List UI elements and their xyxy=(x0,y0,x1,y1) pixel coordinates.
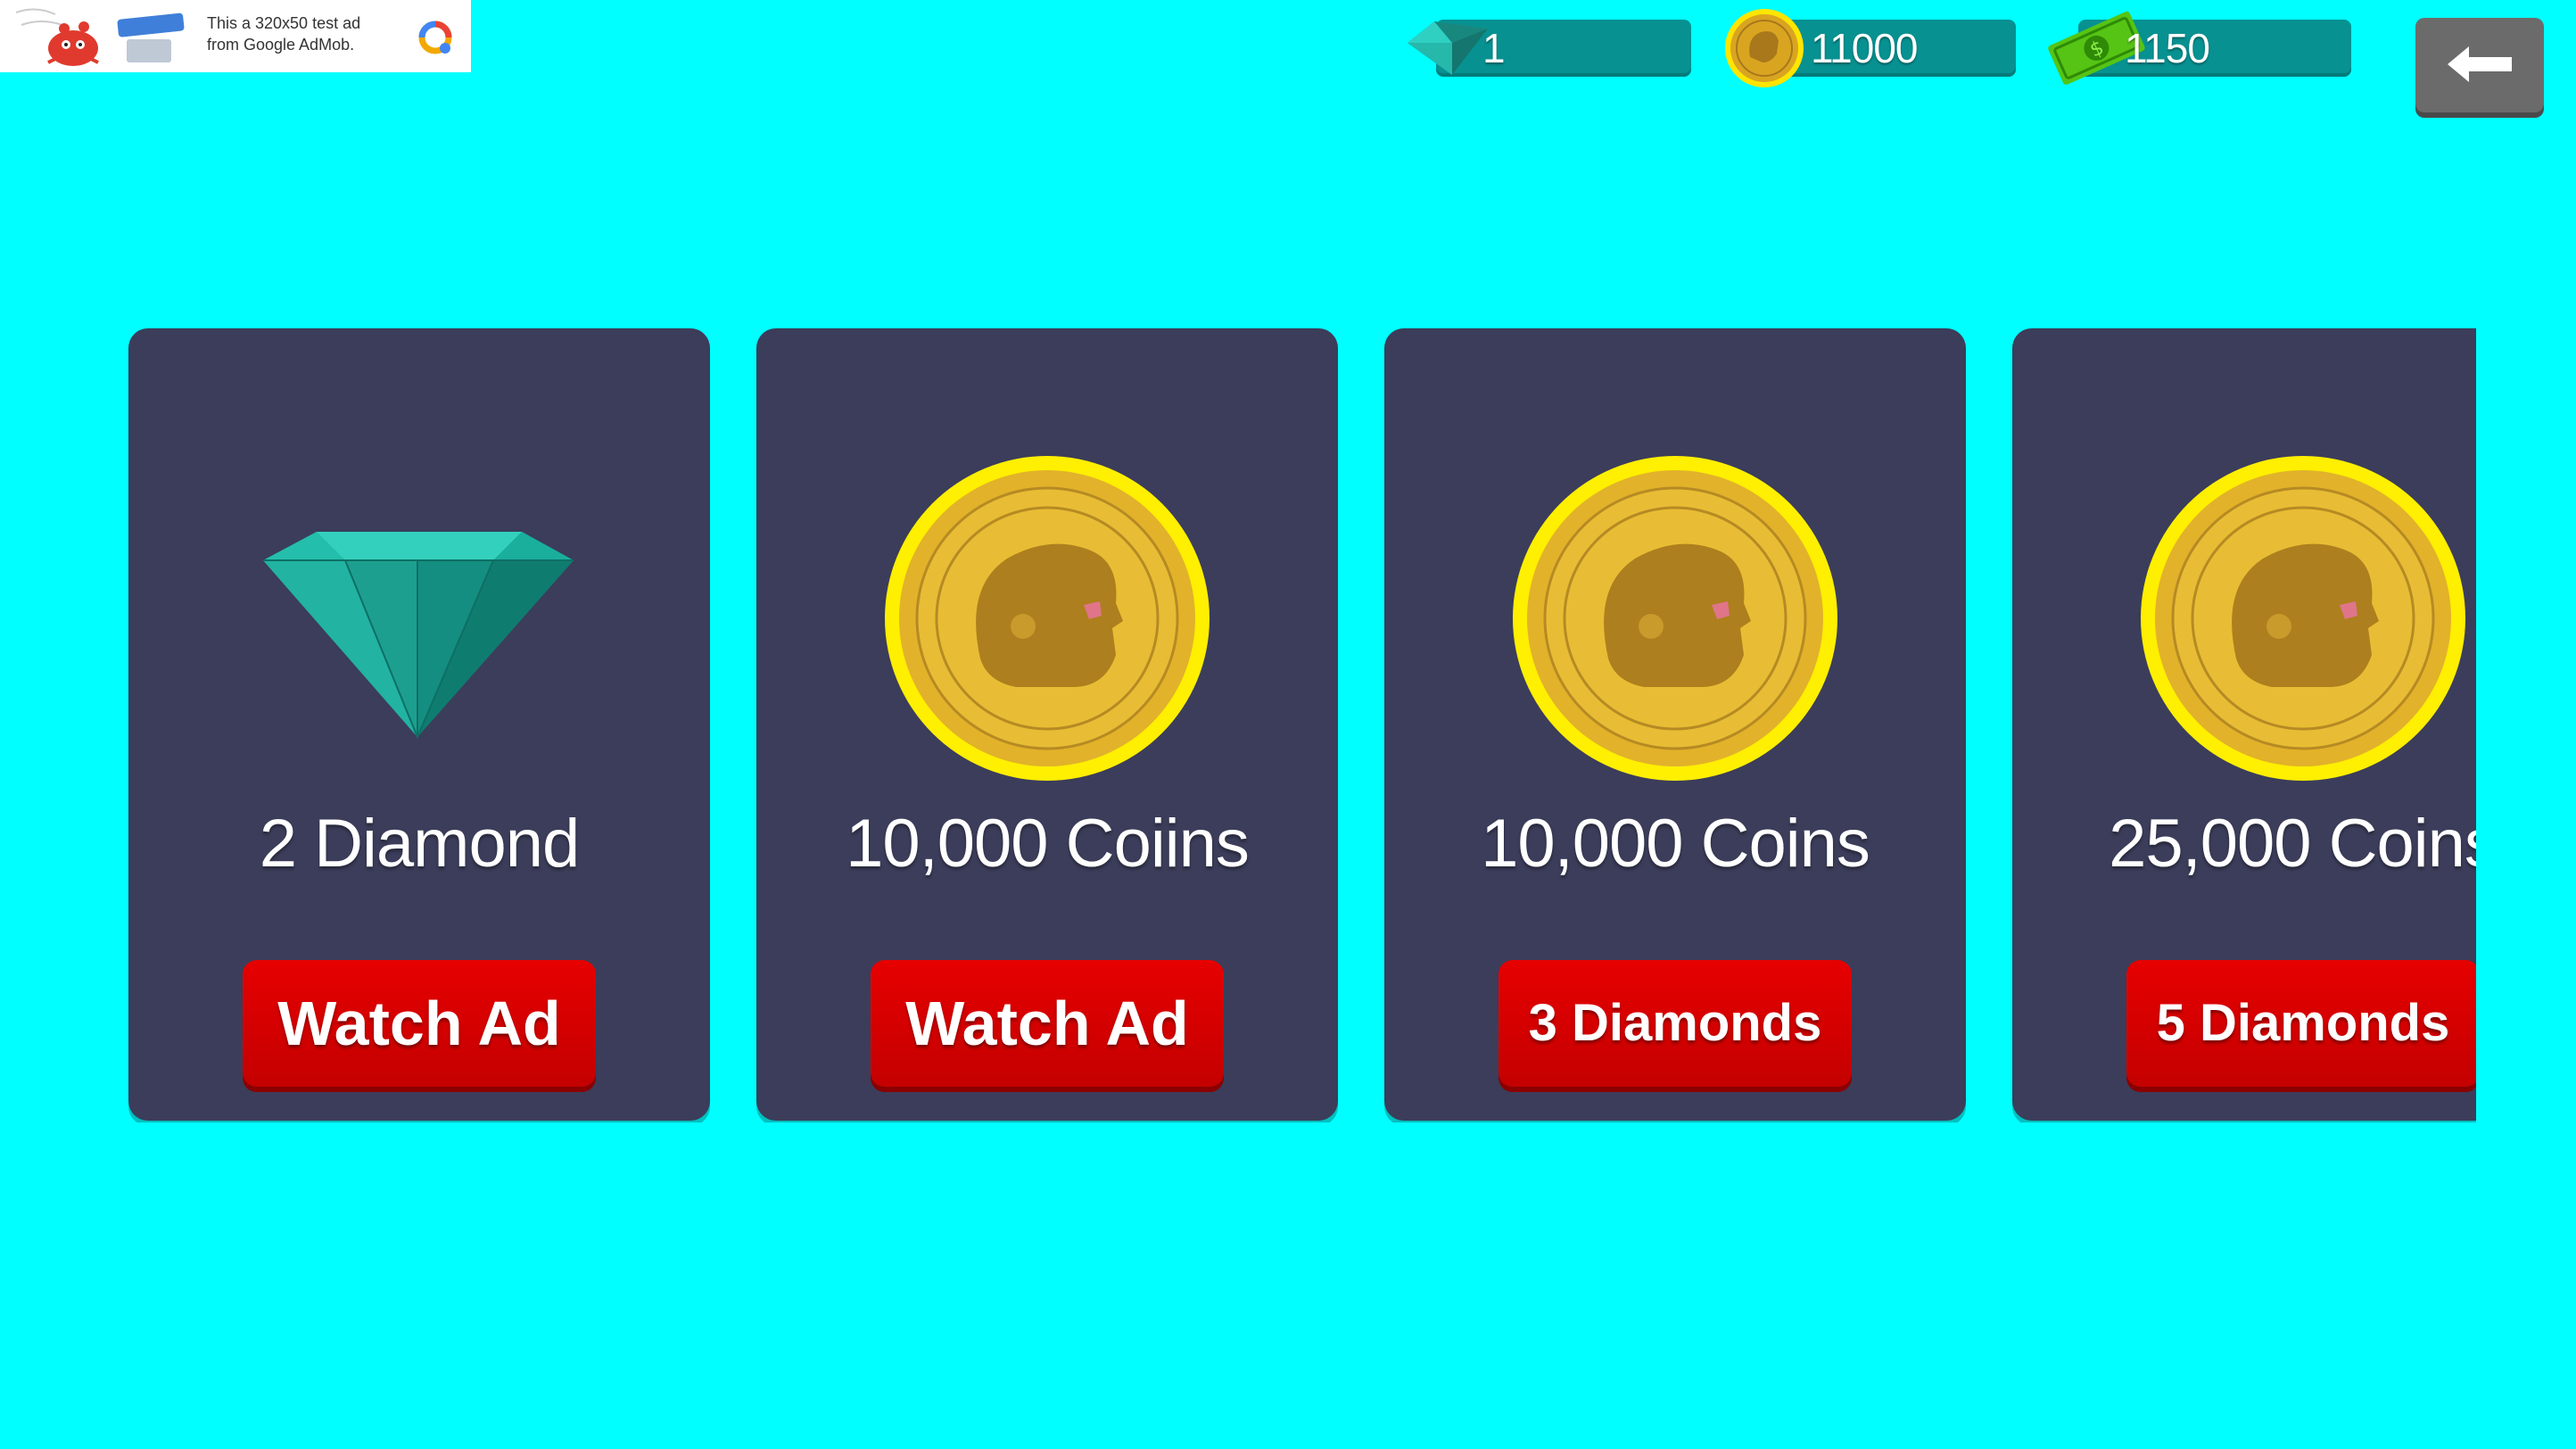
buy-with-diamonds-button[interactable]: 5 Diamonds xyxy=(2126,960,2476,1087)
back-arrow-icon xyxy=(2448,46,2512,82)
shop-card-coins-2: 10,000 Coins 3 Diamonds xyxy=(1384,328,1966,1121)
watch-ad-button[interactable]: Watch Ad xyxy=(243,960,596,1087)
coin-small-icon xyxy=(1725,9,1804,87)
card-label: 25,000 Coins xyxy=(2109,806,2476,882)
buy-with-diamonds-button[interactable]: 3 Diamonds xyxy=(1499,960,1852,1087)
card-label: 10,000 Coins xyxy=(1481,806,1870,882)
shop-card-list: 2 Diamond Watch Ad 10,000 Coiins Watch A… xyxy=(0,328,2476,1122)
ad-text-line2: from Google AdMob. xyxy=(207,36,355,54)
coin-counter: 11000 xyxy=(1725,9,2016,87)
ad-text: This a 320x50 test ad from Google AdMob. xyxy=(207,12,403,55)
card-label: 10,000 Coiins xyxy=(846,806,1250,882)
ad-text-line1: This a 320x50 test ad xyxy=(207,14,361,32)
coin-icon xyxy=(885,456,1210,781)
cash-count: 1150 xyxy=(2125,25,2210,71)
card-label: 2 Diamond xyxy=(259,806,581,882)
diamond-icon xyxy=(263,532,574,740)
coin-icon xyxy=(1513,456,1837,781)
back-button[interactable] xyxy=(2415,18,2544,112)
ad-info-icon[interactable] xyxy=(416,18,455,57)
diamond-counter: 1 xyxy=(1408,20,1691,77)
shop-card-coins-3: 25,000 Coins 5 Diamonds xyxy=(2012,328,2476,1121)
cash-counter: $ 1150 xyxy=(2048,11,2351,85)
shop-screen: This a 320x50 test ad from Google AdMob.… xyxy=(0,0,2576,1449)
ad-banner[interactable]: This a 320x50 test ad from Google AdMob. xyxy=(0,0,471,72)
ad-mascot-icon xyxy=(15,8,185,66)
coin-icon xyxy=(2141,456,2465,781)
diamond-count: 1 xyxy=(1482,25,1506,71)
coin-count: 11000 xyxy=(1811,25,1919,71)
shop-card-coins-1: 10,000 Coiins Watch Ad xyxy=(756,328,1338,1121)
watch-ad-button[interactable]: Watch Ad xyxy=(871,960,1224,1087)
shop-card-diamond: 2 Diamond Watch Ad xyxy=(128,328,710,1121)
